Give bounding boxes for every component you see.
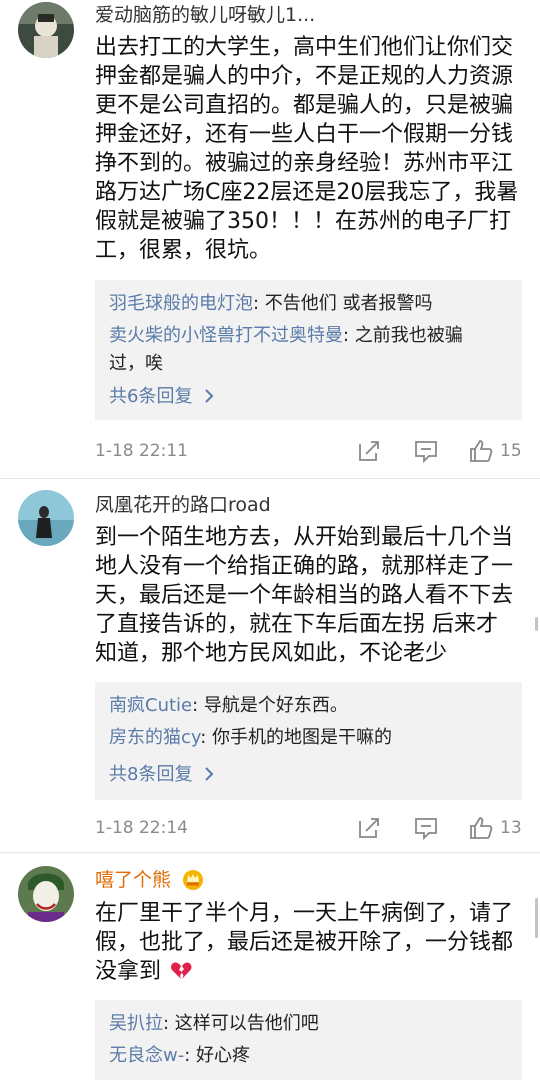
comment-text-segment: 没拿到 [95,959,162,984]
comment-text-line: 没拿到 [95,957,531,986]
avatar[interactable] [18,866,74,922]
comment-item: 爱动脑筋的敏儿呀敏儿1... 出去打工的大学生，高中生们他们让你们交 押金都是骗… [0,0,540,480]
comment-body: 在厂里干了半个月，一天上午病倒了，请了 假，也批了，最后还是被开除了，一分钱都 … [95,899,531,986]
username[interactable]: 嘻了个熊 [95,868,205,892]
comment-text-line: 到一个陌生地方去，从开始到最后十几个当 [95,525,514,550]
username-text: 嘻了个熊 [95,869,172,891]
comment-text-line: 更不是公司直招的。都是骗人的，只是被骗 [95,93,514,118]
like-count: 13 [500,818,522,838]
like-count: 15 [500,441,522,461]
thumbs-up-icon[interactable] [468,438,494,464]
comment-text-line: 假，也批了，最后还是被开除了，一分钱都 [95,930,514,955]
more-replies-link[interactable]: 共6条回复 [109,384,216,410]
forward-icon[interactable] [356,815,382,841]
reply-text: : 不告他们 或者报警吗 [253,293,433,314]
chevron-right-icon [205,389,214,403]
comment-text-line: 在厂里干了半个月，一天上午病倒了，请了 [95,901,514,926]
comment-item: 嘻了个熊 在厂里干了半个月，一天上午病倒了，请了 假，也批了，最后还是被开除了，… [0,854,540,1080]
comment-text-line: 知道，那个地方民风如此，不论老少 [95,641,448,666]
action-row: 1-18 22:14 13 [0,813,540,843]
action-row: 1-18 22:11 15 [0,436,540,466]
reply-box: 南疯Cutie: 导航是个好东西。 房东的猫cy: 你手机的地图是干嘛的 共8条… [95,682,522,800]
reply-text: : 你手机的地图是干嘛的 [200,727,393,748]
reply-item[interactable]: 房东的猫cy: 你手机的地图是干嘛的 [109,724,392,752]
forward-icon[interactable] [356,438,382,464]
broken-heart-icon [171,962,192,979]
reply-text: : 好心疼 [184,1045,251,1066]
reply-username[interactable]: 南疯Cutie [109,695,192,716]
chevron-right-icon [205,767,214,781]
reply-box: 吴扒拉: 这样可以告他们吧 无良念w-: 好心疼 [95,1000,522,1080]
timestamp: 1-18 22:14 [95,818,188,838]
username[interactable]: 爱动脑筋的敏儿呀敏儿1... [95,3,315,27]
more-replies-link[interactable]: 共8条回复 [109,762,216,788]
scrollbar-indicator[interactable] [535,898,538,938]
reply-item[interactable]: 无良念w-: 好心疼 [109,1042,250,1070]
comment-text-line: 押金还好，还有一些人白干一个假期一分钱 [95,122,514,147]
reply-item[interactable]: 卖火柴的小怪兽打不过奥特曼: 之前我也被骗 [109,322,463,350]
avatar[interactable] [18,490,74,546]
comment-text-line: 地人没有一个给指正确的路，就那样走了一 [95,554,514,579]
comment-icon[interactable] [413,815,439,841]
reply-username[interactable]: 无良念w- [109,1045,184,1066]
more-replies-label: 共6条回复 [109,386,193,407]
reply-text: : 之前我也被骗 [343,325,463,346]
timestamp: 1-18 22:11 [95,441,188,461]
reply-username[interactable]: 吴扒拉 [109,1013,163,1034]
comment-feed: 爱动脑筋的敏儿呀敏儿1... 出去打工的大学生，高中生们他们让你们交 押金都是骗… [0,0,540,1080]
comment-body: 出去打工的大学生，高中生们他们让你们交 押金都是骗人的中介，不是正规的人力资源 … [95,33,531,265]
comment-text-line: 出去打工的大学生，高中生们他们让你们交 [95,35,514,60]
reply-item[interactable]: 吴扒拉: 这样可以告他们吧 [109,1010,319,1038]
scrollbar-indicator[interactable] [535,617,538,631]
comment-text-line: 工，很累，很坑。 [95,238,272,263]
comment-text-line: 路万达广场C座22层还是20层我忘了，我暑 [95,180,519,205]
comment-text-line: 挣不到的。被骗过的亲身经验！苏州市平江 [95,151,514,176]
avatar[interactable] [18,2,74,58]
crown-badge-icon [183,870,204,890]
reply-username[interactable]: 房东的猫cy [109,727,200,748]
reply-text-continued: 过，唉 [109,353,163,374]
reply-username[interactable]: 羽毛球般的电灯泡 [109,293,253,314]
comment-text-line: 假就是被骗了350！！！在苏州的电子厂打 [95,209,511,234]
comment-text-line: 了直接告诉的，就在下车后面左拐 后来才 [95,612,498,637]
comment-icon[interactable] [413,438,439,464]
divider [0,852,540,853]
reply-username[interactable]: 卖火柴的小怪兽打不过奥特曼 [109,325,343,346]
comment-body: 到一个陌生地方去，从开始到最后十几个当 地人没有一个给指正确的路，就那样走了一 … [95,523,531,668]
reply-box: 羽毛球般的电灯泡: 不告他们 或者报警吗 卖火柴的小怪兽打不过奥特曼: 之前我也… [95,280,522,420]
username[interactable]: 凤凰花开的路口road [95,493,271,517]
comment-item: 凤凰花开的路口road 到一个陌生地方去，从开始到最后十几个当 地人没有一个给指… [0,480,540,850]
thumbs-up-icon[interactable] [468,815,494,841]
reply-text: : 导航是个好东西。 [192,695,348,716]
reply-item[interactable]: 羽毛球般的电灯泡: 不告他们 或者报警吗 [109,290,433,318]
reply-item[interactable]: 南疯Cutie: 导航是个好东西。 [109,692,348,720]
comment-text-line: 押金都是骗人的中介，不是正规的人力资源 [95,64,514,89]
comment-text-line: 天，最后还是一个年龄相当的路人看不下去 [95,583,514,608]
more-replies-label: 共8条回复 [109,764,193,785]
divider [0,478,540,479]
reply-text: : 这样可以告他们吧 [163,1013,319,1034]
